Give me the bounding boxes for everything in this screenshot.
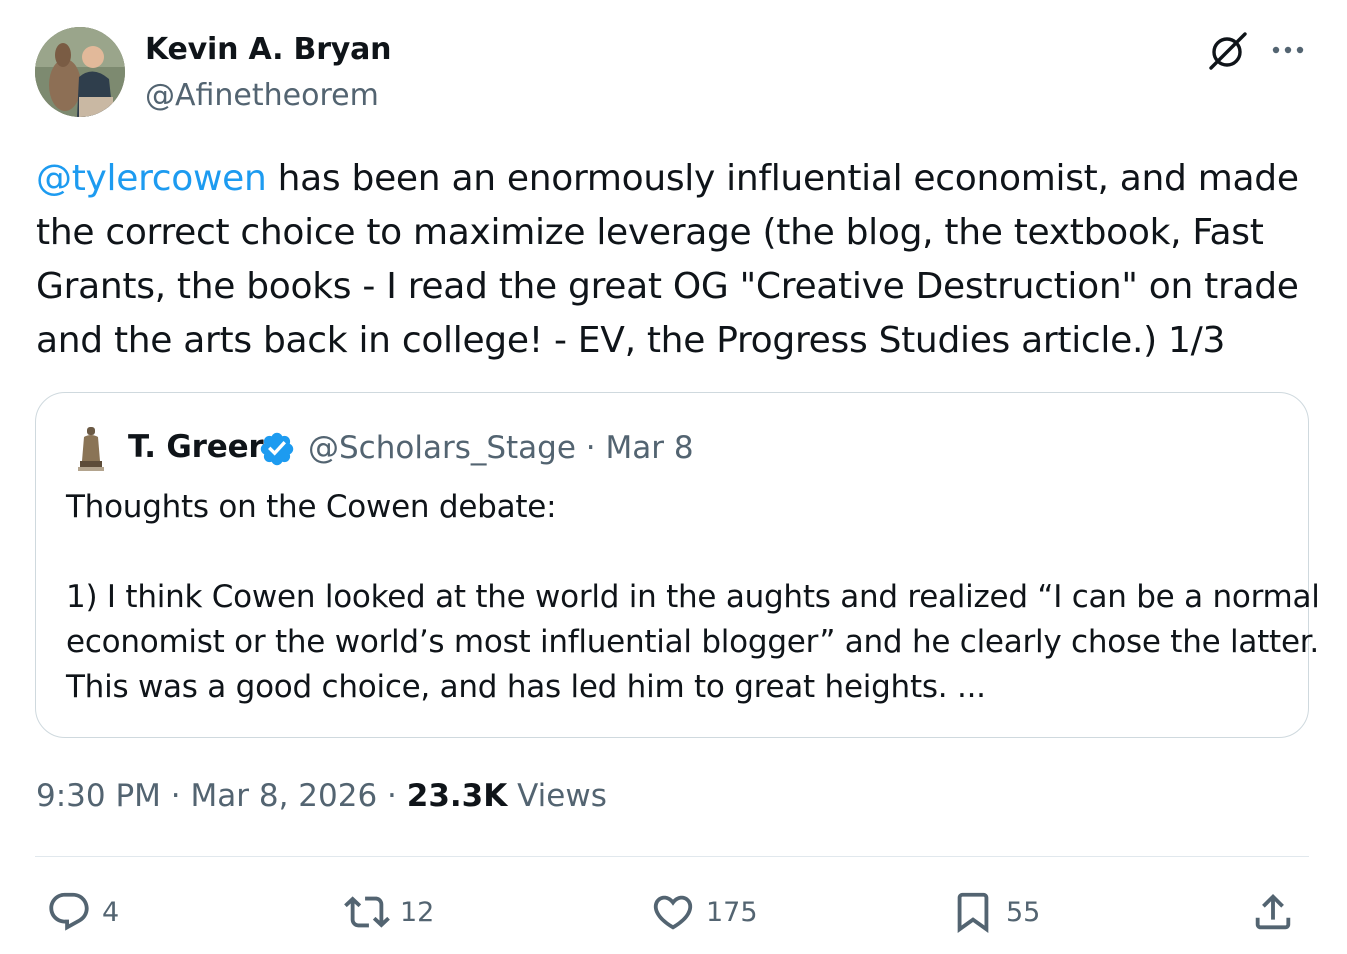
tweet: Kevin A. Bryan @Afinetheorem @tylercowen… <box>0 0 1347 954</box>
verified-icon <box>260 432 294 466</box>
quote-line: This was a good choice, and has led him … <box>66 669 986 705</box>
quote-line: economist or the world’s most influentia… <box>66 624 1320 660</box>
bookmark-icon <box>957 892 989 933</box>
quote-author-name[interactable]: T. Greer <box>128 429 264 465</box>
quote-author-handle[interactable]: @Scholars_Stage <box>308 430 576 466</box>
tweet-meta: 9:30 PM · Mar 8, 2026 · 23.3K Views <box>36 778 607 814</box>
quoted-tweet[interactable]: T. Greer @Scholars_Stage · Mar 8 Thought… <box>35 392 1320 738</box>
grok-icon[interactable] <box>1205 28 1251 74</box>
share-button[interactable] <box>1250 884 1296 940</box>
tweet-text: @tylercowen has been an enormously influ… <box>36 152 1316 368</box>
like-button[interactable]: 175 <box>650 884 758 940</box>
views-count: 23.3K <box>406 778 508 814</box>
avatar-photo <box>35 27 125 117</box>
share-icon <box>1255 893 1291 930</box>
author-handle[interactable]: @Afinetheorem <box>145 78 379 113</box>
retweet-button[interactable]: 12 <box>344 884 434 940</box>
bookmark-count: 55 <box>1006 896 1041 928</box>
mention-link[interactable]: @tylercowen <box>36 158 267 199</box>
quote-meta: @Scholars_Stage · Mar 8 <box>308 430 694 466</box>
quote-line: Thoughts on the Cowen debate: <box>66 489 557 525</box>
meta-separator: · <box>170 778 181 814</box>
views-label: Views <box>517 778 607 814</box>
retweet-icon <box>344 896 390 928</box>
like-icon <box>653 895 693 930</box>
quote-line: 1) I think Cowen looked at the world in … <box>66 579 1320 615</box>
meta-separator: · <box>387 778 397 814</box>
reply-count: 4 <box>102 896 120 928</box>
divider <box>35 856 1309 857</box>
tweet-date[interactable]: Mar 8, 2026 <box>191 778 378 814</box>
more-icon[interactable] <box>1268 30 1308 70</box>
tweet-time[interactable]: 9:30 PM <box>36 778 161 814</box>
author-name[interactable]: Kevin A. Bryan <box>145 32 392 67</box>
quote-date[interactable]: Mar 8 <box>606 430 694 466</box>
quote-text: Thoughts on the Cowen debate: 1) I think… <box>66 485 1320 710</box>
like-count: 175 <box>706 896 758 928</box>
author-avatar[interactable] <box>35 27 125 117</box>
bookmark-button[interactable]: 55 <box>950 884 1040 940</box>
quote-avatar[interactable] <box>64 421 118 475</box>
reply-icon <box>49 892 89 931</box>
quote-meta-separator: · <box>585 430 596 466</box>
retweet-count: 12 <box>400 896 435 928</box>
quote-paragraph-gap <box>66 530 1296 575</box>
reply-button[interactable]: 4 <box>46 884 119 940</box>
